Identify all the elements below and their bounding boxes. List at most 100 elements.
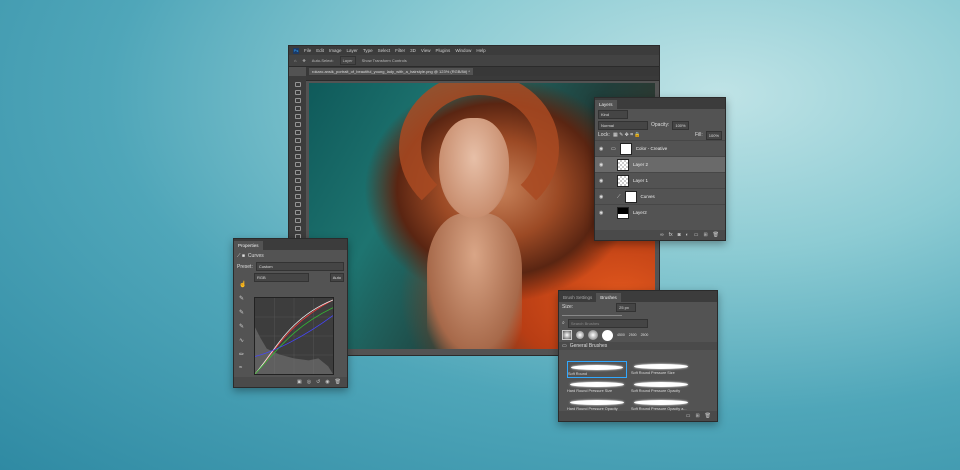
shape-tool-icon[interactable] [294, 226, 301, 231]
pen-tool-icon[interactable] [294, 202, 301, 207]
brush-tile[interactable]: Soft Round Pressure Size [631, 361, 691, 378]
layer-row[interactable]: ◉ ▭ Color - Creative [595, 140, 725, 156]
new-group-icon[interactable]: ▭ [686, 413, 691, 419]
tab-layers[interactable]: Layers [595, 100, 617, 109]
menu-image[interactable]: Image [329, 48, 342, 53]
new-brush-icon[interactable]: ⊞ [695, 413, 699, 419]
marquee-tool-icon[interactable] [294, 90, 301, 95]
pencil-icon[interactable]: ✏ [239, 351, 246, 358]
white-eyedropper-icon[interactable]: ✎ [239, 323, 246, 330]
brush-name: Soft Round [568, 372, 587, 376]
clip-icon[interactable]: ▣ [297, 379, 302, 385]
kind-filter-dropdown[interactable]: Kind [598, 110, 628, 119]
dodge-tool-icon[interactable] [294, 194, 301, 199]
menu-file[interactable]: File [304, 48, 311, 53]
menu-window[interactable]: Window [455, 48, 471, 53]
healing-tool-icon[interactable] [294, 138, 301, 143]
select-tool-icon[interactable] [294, 106, 301, 111]
layer-dropdown[interactable]: Layer [339, 56, 356, 65]
transform-controls-checkbox[interactable]: Show Transform Controls [362, 58, 407, 63]
trash-icon[interactable]: 🗑 [705, 413, 711, 419]
tab-brushes[interactable]: Brushes [596, 293, 621, 302]
lock-icons[interactable]: ▦ ✎ ✥ ⌗ 🔒 [613, 132, 641, 138]
eye-icon[interactable]: ◉ [599, 210, 607, 216]
layer-row[interactable]: ◉ Layer 2 [595, 156, 725, 172]
crop-tool-icon[interactable] [294, 114, 301, 119]
document-tab-bar: rokaro.ansik_portrait_of_beautiful_young… [306, 67, 659, 76]
recent-brush[interactable] [588, 330, 598, 340]
menu-help[interactable]: Help [476, 48, 485, 53]
move-tool-icon[interactable] [294, 82, 301, 87]
reset-icon[interactable]: ↺ [316, 379, 320, 385]
recent-brush[interactable] [576, 331, 584, 339]
eye-icon[interactable]: ◉ [599, 178, 607, 184]
eyedropper-tool-icon[interactable] [294, 130, 301, 135]
eye-icon[interactable]: ◉ [599, 162, 607, 168]
link-icon[interactable]: ∞ [660, 232, 664, 238]
menu-3d[interactable]: 3D [410, 48, 416, 53]
type-tool-icon[interactable] [294, 210, 301, 215]
trash-icon[interactable]: 🗑 [335, 379, 341, 385]
layer-row[interactable]: ◉ Layer2 [595, 204, 725, 220]
blend-mode-dropdown[interactable]: Normal [598, 120, 648, 130]
frame-tool-icon[interactable] [294, 122, 301, 127]
smooth-icon[interactable]: ≈ [239, 365, 246, 371]
view-previous-icon[interactable]: ◎ [307, 379, 311, 385]
gradient-tool-icon[interactable] [294, 178, 301, 183]
menu-view[interactable]: View [421, 48, 431, 53]
recent-brush[interactable]: 2500 [629, 333, 637, 337]
move-tool-icon[interactable]: ✥ [302, 58, 305, 63]
recent-brush[interactable]: 2500 [641, 333, 649, 337]
menu-plugins[interactable]: Plugins [436, 48, 451, 53]
recent-brush[interactable] [602, 329, 613, 341]
auto-button[interactable]: Auto [329, 272, 344, 282]
brush-group-name[interactable]: General Brushes [570, 343, 608, 349]
menu-edit[interactable]: Edit [316, 48, 324, 53]
blur-tool-icon[interactable] [294, 186, 301, 191]
fill-input[interactable]: 100% [705, 130, 722, 140]
recent-brush[interactable]: 4500 [617, 333, 625, 337]
adjustment-icon[interactable]: ◐ [686, 232, 689, 238]
eye-icon[interactable]: ◉ [599, 146, 607, 152]
stamp-tool-icon[interactable] [294, 154, 301, 159]
layer-row[interactable]: ◉ Layer 1 [595, 172, 725, 188]
opacity-input[interactable]: 100% [672, 120, 689, 130]
black-eyedropper-icon[interactable]: ✎ [239, 295, 246, 302]
search-brushes-input[interactable]: Search Brushes [567, 318, 648, 328]
eraser-tool-icon[interactable] [294, 170, 301, 175]
brush-tile[interactable]: Hard Round Pressure Size [567, 379, 627, 396]
recent-brush[interactable] [562, 330, 572, 340]
brush-tool-icon[interactable] [294, 146, 301, 151]
tab-properties[interactable]: Properties [234, 241, 263, 250]
curve-point-icon[interactable]: ∿ [239, 337, 246, 344]
layer-row[interactable]: ◉ ⟋ Curves [595, 188, 725, 204]
size-input[interactable]: 25 px [616, 302, 637, 312]
menu-select[interactable]: Select [378, 48, 391, 53]
preset-dropdown[interactable]: Custom [255, 262, 344, 271]
home-icon[interactable]: ⌂ [294, 58, 296, 63]
trash-icon[interactable]: 🗑 [713, 232, 719, 238]
tab-brush-settings[interactable]: Brush Settings [559, 293, 596, 302]
channel-dropdown[interactable]: RGB [254, 272, 309, 282]
brush-tile[interactable]: Soft Round Pressure Opacity [631, 379, 691, 396]
fx-icon[interactable]: fx [669, 232, 673, 238]
new-group-icon[interactable]: ▭ [694, 232, 699, 238]
portrait-face [439, 118, 509, 218]
menu-filter[interactable]: Filter [395, 48, 405, 53]
eye-icon[interactable]: ◉ [599, 194, 607, 200]
path-select-icon[interactable] [294, 218, 301, 223]
menu-type[interactable]: Type [363, 48, 373, 53]
document-tab[interactable]: rokaro.ansik_portrait_of_beautiful_young… [309, 68, 473, 75]
auto-select-checkbox[interactable]: Auto-Select: [312, 58, 334, 63]
lasso-tool-icon[interactable] [294, 98, 301, 103]
curves-graph[interactable] [254, 297, 334, 375]
brush-tile[interactable]: Soft Round [567, 361, 627, 378]
size-slider[interactable] [562, 314, 622, 316]
menu-layer[interactable]: Layer [347, 48, 358, 53]
new-layer-icon[interactable]: ⊞ [703, 232, 707, 238]
visibility-icon[interactable]: ◉ [325, 379, 329, 385]
gray-eyedropper-icon[interactable]: ✎ [239, 309, 246, 316]
history-brush-icon[interactable] [294, 162, 301, 167]
target-adjust-icon[interactable]: ☝ [239, 281, 246, 288]
mask-icon[interactable]: ◙ [678, 232, 681, 238]
